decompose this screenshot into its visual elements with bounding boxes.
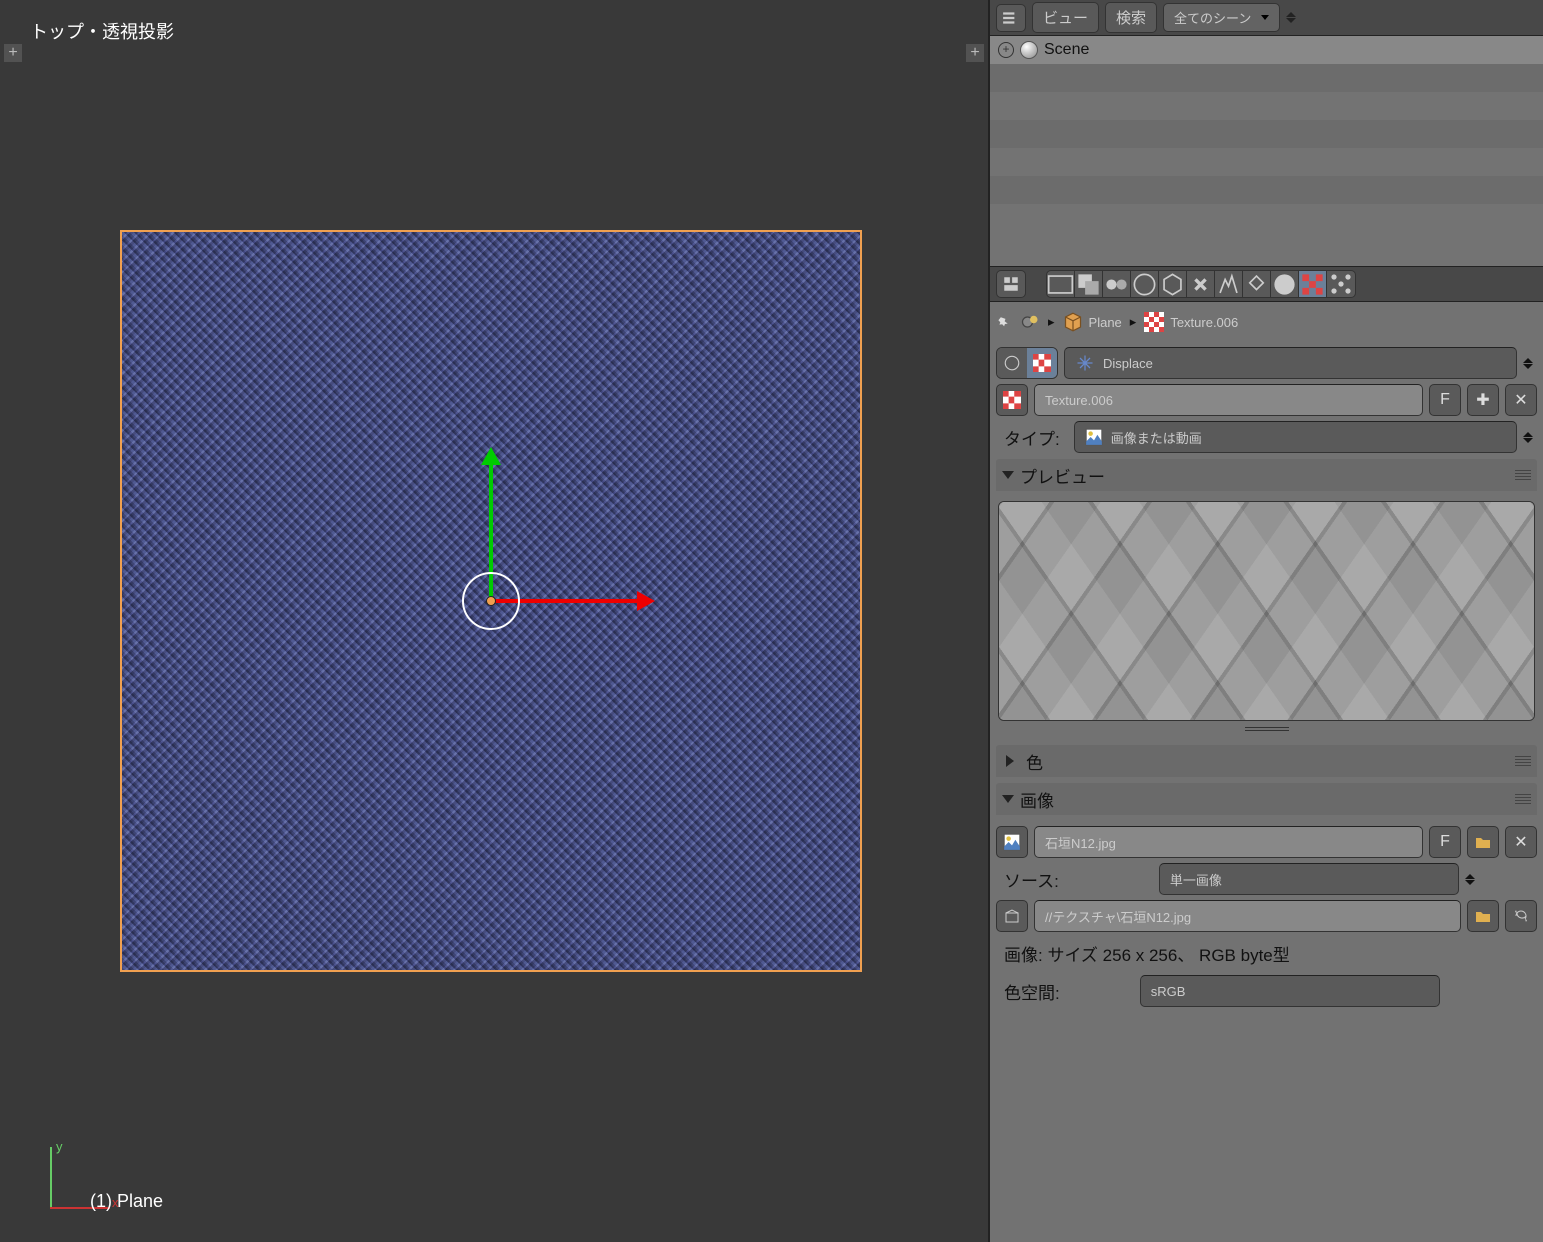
render-tab[interactable] [1047, 271, 1075, 297]
brush-texture-icon[interactable] [1027, 348, 1057, 378]
viewport-label: トップ・透視投影 [30, 18, 174, 44]
image-fake-user[interactable]: F [1429, 826, 1461, 858]
image-icon [1085, 428, 1103, 446]
constraints-tab[interactable] [1187, 271, 1215, 297]
pin-icon[interactable] [996, 313, 1015, 332]
properties-header [990, 266, 1543, 302]
texture-preview[interactable] [998, 501, 1535, 721]
material-tab[interactable] [1271, 271, 1299, 297]
active-object-label: (1) Plane [90, 1191, 163, 1212]
filter-stepper[interactable] [1286, 7, 1300, 28]
preview-image [999, 502, 1534, 720]
scene-tab[interactable] [1103, 271, 1131, 297]
breadcrumb: ▸ Plane ▸ Texture.006 [996, 308, 1537, 342]
pack-button[interactable] [996, 900, 1028, 932]
colorspace-label: 色空間: [996, 979, 1068, 1004]
image-panel-header[interactable]: 画像 [996, 783, 1537, 815]
texture-context-toggle[interactable] [996, 347, 1058, 379]
context-tabs [1046, 270, 1356, 298]
scene-icon [1020, 41, 1038, 59]
open-image-button[interactable] [1467, 826, 1499, 858]
new-texture-button[interactable]: ✚ [1467, 384, 1499, 416]
texture-tab[interactable] [1299, 271, 1327, 297]
color-panel-header[interactable]: 色 [996, 745, 1537, 777]
properties-panel[interactable]: ▸ Plane ▸ Texture.006 Displace [990, 302, 1543, 1242]
sidebar: ビュー 検索 全てのシーン + Scene [988, 0, 1543, 1242]
image-info: 画像: サイズ 256 x 256、 RGB byte型 [996, 937, 1537, 970]
particles-tab[interactable] [1327, 271, 1355, 297]
type-stepper[interactable] [1523, 427, 1537, 448]
texture-browse-icon[interactable] [996, 384, 1028, 416]
source-label: ソース: [996, 867, 1067, 892]
modifier-select[interactable]: Displace [1064, 347, 1517, 379]
outliner-tree[interactable]: + Scene [990, 36, 1543, 266]
modifier-stepper[interactable] [1523, 353, 1537, 374]
region-toggle-left[interactable]: + [4, 44, 22, 62]
texture-type-select[interactable]: 画像または動画 [1074, 421, 1517, 453]
reload-button[interactable] [1505, 900, 1537, 932]
object-tab[interactable] [1159, 271, 1187, 297]
editor-type-props[interactable] [996, 270, 1026, 298]
breadcrumb-object[interactable]: Plane [1063, 312, 1122, 332]
outliner-header: ビュー 検索 全てのシーン [990, 0, 1543, 36]
panel-grip-icon[interactable] [1515, 794, 1531, 804]
scene-name: Scene [1044, 41, 1089, 59]
type-label: タイプ: [996, 425, 1068, 450]
checker-icon [1144, 312, 1164, 332]
region-toggle-right[interactable]: + [966, 44, 984, 62]
display-filter[interactable]: 全てのシーン [1163, 3, 1280, 32]
image-path-field[interactable]: //テクスチャ\石垣N12.jpg [1034, 900, 1461, 932]
world-tab[interactable] [1131, 271, 1159, 297]
displace-icon [1075, 353, 1095, 373]
panel-grip-icon[interactable] [1515, 470, 1531, 480]
preview-resize-handle[interactable] [1245, 727, 1289, 733]
3d-viewport[interactable]: トップ・透視投影 + + y x (1) Plane [0, 0, 988, 1242]
panel-grip-icon[interactable] [1515, 756, 1531, 766]
image-name-field[interactable]: 石垣N12.jpg [1034, 826, 1423, 858]
editor-type-selector[interactable] [996, 4, 1026, 32]
unlink-texture-button[interactable]: ✕ [1505, 384, 1537, 416]
plane-object[interactable] [120, 230, 862, 972]
image-browse-icon[interactable] [996, 826, 1028, 858]
disclosure-right-icon [1006, 755, 1020, 767]
source-stepper[interactable] [1465, 869, 1479, 890]
breadcrumb-texture[interactable]: Texture.006 [1144, 312, 1238, 332]
source-select[interactable]: 単一画像 [1159, 863, 1459, 895]
colorspace-select[interactable]: sRGB [1140, 975, 1440, 1007]
cube-icon [1063, 312, 1083, 332]
texture-name-field[interactable]: Texture.006 [1034, 384, 1423, 416]
fake-user-button[interactable]: F [1429, 384, 1461, 416]
disclosure-down-icon [1002, 795, 1014, 809]
preview-panel-header[interactable]: プレビュー [996, 459, 1537, 491]
scene-row[interactable]: + Scene [990, 36, 1543, 64]
origin-dot [486, 596, 496, 606]
file-browse-button[interactable] [1467, 900, 1499, 932]
layers-tab[interactable] [1075, 271, 1103, 297]
expand-icon[interactable]: + [998, 42, 1014, 58]
unlink-image-button[interactable]: ✕ [1505, 826, 1537, 858]
data-tab[interactable] [1243, 271, 1271, 297]
search-menu[interactable]: 検索 [1105, 2, 1157, 33]
disclosure-down-icon [1002, 471, 1014, 485]
view-menu[interactable]: ビュー [1032, 2, 1099, 33]
toggle-icon[interactable] [1020, 312, 1040, 332]
modifiers-tab[interactable] [1215, 271, 1243, 297]
world-texture-icon[interactable] [997, 348, 1027, 378]
